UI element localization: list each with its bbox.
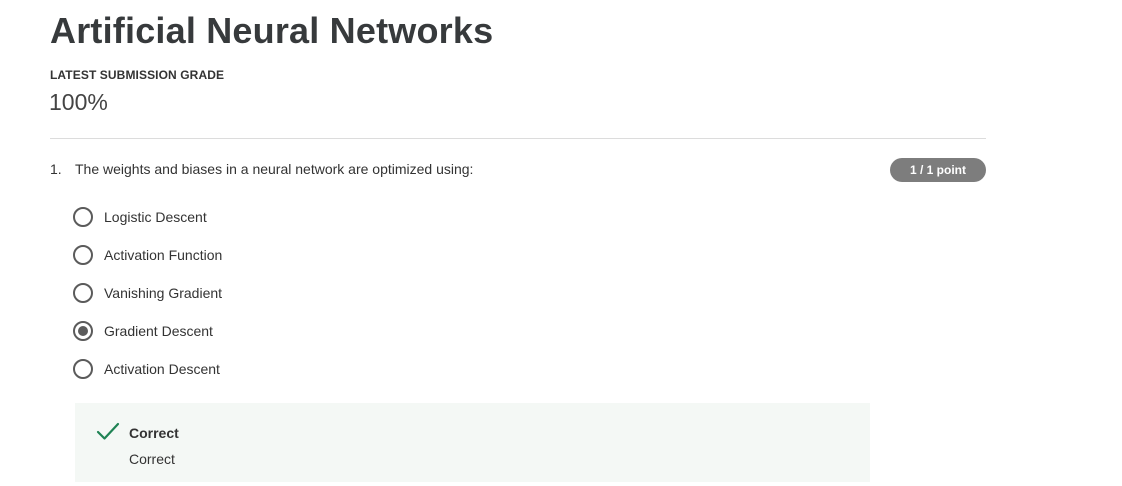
option-label: Activation Descent xyxy=(104,361,220,377)
check-icon xyxy=(96,422,120,440)
question-text: The weights and biases in a neural netwo… xyxy=(75,161,474,177)
section-divider xyxy=(50,138,986,139)
points-badge: 1 / 1 point xyxy=(890,158,986,182)
feedback-box: Correct Correct xyxy=(75,403,870,482)
page-title: Artificial Neural Networks xyxy=(50,10,494,51)
radio-button[interactable] xyxy=(73,245,93,265)
option-vanishing-gradient[interactable]: Vanishing Gradient xyxy=(73,274,222,312)
option-activation-descent[interactable]: Activation Descent xyxy=(73,350,222,388)
option-activation-function[interactable]: Activation Function xyxy=(73,236,222,274)
option-label: Vanishing Gradient xyxy=(104,285,223,301)
option-label: Logistic Descent xyxy=(104,209,207,225)
answer-options: Logistic Descent Activation Function Van… xyxy=(73,198,222,388)
grade-label: LATEST SUBMISSION GRADE xyxy=(50,68,225,82)
question-number: 1. xyxy=(50,161,62,177)
grade-value: 100% xyxy=(49,89,108,115)
feedback-status: Correct xyxy=(129,425,179,441)
option-logistic-descent[interactable]: Logistic Descent xyxy=(73,198,222,236)
option-label: Gradient Descent xyxy=(104,323,213,339)
check-mark xyxy=(96,422,120,440)
radio-button[interactable] xyxy=(73,359,93,379)
feedback-text: Correct xyxy=(129,451,175,467)
radio-button-selected[interactable] xyxy=(73,321,93,341)
radio-button[interactable] xyxy=(73,283,93,303)
radio-button[interactable] xyxy=(73,207,93,227)
option-gradient-descent[interactable]: Gradient Descent xyxy=(73,312,222,350)
option-label: Activation Function xyxy=(104,247,223,263)
